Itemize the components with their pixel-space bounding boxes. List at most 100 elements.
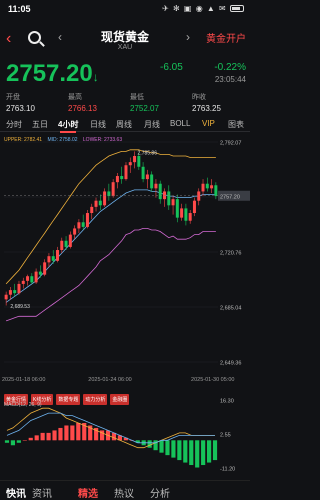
macd-bar	[177, 440, 182, 461]
candle-body	[167, 191, 171, 206]
stats-row: 开盘 2763.10 最高 2766.13 最低 2752.07 昨收 2763.25	[0, 92, 250, 114]
macd-y-tick: 16.30	[220, 399, 234, 405]
bottom-tab-3[interactable]: 热议	[114, 485, 134, 500]
macd-bar	[147, 440, 152, 448]
macd-bar	[10, 440, 15, 446]
macd-bar	[165, 440, 170, 456]
quote-timestamp: 23:05:44	[214, 75, 246, 84]
macd-chart[interactable]: MACD(12, 26, 9) 16.30 2.55 -11.20	[0, 392, 250, 476]
candle-body	[60, 240, 64, 251]
candle-body	[26, 276, 30, 281]
status-bar: 11:05 ✈ ✻ ▣ ◉ ▲ ✉	[0, 0, 250, 18]
bottom-tab-4[interactable]: 分析	[150, 485, 170, 500]
tab-7[interactable]: VIP	[202, 119, 215, 128]
candle-body	[120, 176, 124, 180]
macd-bar	[207, 440, 212, 463]
macd-bar	[195, 440, 200, 468]
tab-0[interactable]: 分时	[6, 119, 22, 130]
macd-bar	[76, 422, 81, 441]
low-annotation: 2,689.53	[10, 304, 30, 310]
macd-bar	[111, 432, 117, 441]
candle-body	[77, 222, 81, 229]
stat-value: 2763.10	[6, 104, 35, 113]
candle-body	[98, 200, 102, 206]
candle-body	[188, 213, 192, 221]
candle-body	[133, 155, 137, 163]
candle-body	[43, 262, 47, 275]
candle-body	[145, 174, 149, 180]
y-tick-label: 2,792.07	[220, 141, 241, 147]
candle-body	[175, 199, 179, 218]
stat-value: 2763.25	[192, 104, 221, 113]
x-tick-label: 2025-01-30 05:00	[191, 377, 234, 383]
high-annotation: 2,785.86	[138, 151, 158, 157]
candle-body	[81, 222, 85, 227]
macd-bar	[201, 440, 206, 466]
bottom-tab-1[interactable]: 资讯	[32, 485, 52, 500]
candle-body	[192, 200, 196, 214]
candle-body	[47, 256, 51, 263]
legend-mid: MID: 2758.02	[47, 137, 78, 143]
candlestick-chart[interactable]: 2,792.07 2757.20 2,720.76 2,685.04 2,649.36 2…	[0, 134, 250, 386]
macd-bar	[183, 440, 188, 463]
candle-body	[141, 166, 145, 180]
stat-3: 昨收 2763.25	[192, 92, 254, 113]
candle-body	[150, 174, 154, 189]
candle-body	[137, 155, 141, 167]
macd-bar	[189, 440, 194, 466]
open-account-link[interactable]: 黄金开户	[206, 30, 246, 45]
macd-bar	[40, 432, 45, 441]
macd-bar	[28, 437, 33, 441]
tab-3[interactable]: 日线	[90, 119, 106, 130]
macd-bar	[46, 432, 51, 441]
stat-label: 最高	[68, 94, 82, 101]
macd-y-tick: 2.55	[220, 433, 231, 439]
current-price: 2757.20↓	[6, 60, 99, 88]
candle-body	[21, 280, 25, 284]
stat-label: 昨收	[192, 94, 206, 101]
tab-8[interactable]: 图表	[228, 119, 244, 130]
candle-body	[4, 294, 8, 300]
candle-body	[64, 240, 68, 247]
candle-body	[94, 200, 98, 207]
candle-body	[163, 191, 166, 200]
candle-body	[56, 250, 59, 261]
candle-body	[38, 271, 42, 275]
stat-label: 开盘	[6, 94, 20, 101]
tab-6[interactable]: BOLL	[170, 119, 190, 128]
macd-bar	[159, 440, 164, 453]
next-instrument-icon[interactable]: ›	[186, 30, 190, 44]
candle-body	[205, 183, 209, 189]
status-icon-glyphs: ✈ ✻ ▣ ◉ ▲ ✉	[162, 4, 227, 13]
bottom-nav: 快讯 资讯 精选 热议 分析	[0, 480, 250, 500]
candle-body	[107, 191, 111, 197]
top-bar: ‹ ‹ 现货黄金 XAU › 黄金开户	[0, 26, 250, 56]
candle-body	[30, 276, 34, 283]
macd-bar	[34, 435, 39, 441]
macd-y-tick: -11.20	[220, 467, 235, 473]
bottom-tab-2[interactable]: 精选	[78, 485, 98, 500]
legend-upper: UPPER: 2782.41	[4, 137, 43, 143]
battery-icon	[230, 5, 244, 12]
candle-body	[158, 183, 162, 200]
tab-1[interactable]: 五日	[32, 119, 48, 130]
tab-5[interactable]: 月线	[144, 119, 160, 130]
tab-2[interactable]: 4小时	[58, 119, 78, 133]
macd-bar	[4, 440, 10, 443]
stat-1: 最高 2766.13	[68, 92, 130, 113]
tab-4[interactable]: 周线	[116, 119, 132, 130]
candle-body	[68, 234, 72, 247]
stat-value: 2752.07	[130, 104, 159, 113]
status-icons: ✈ ✻ ▣ ◉ ▲ ✉	[162, 4, 244, 13]
bottom-tab-0[interactable]: 快讯	[6, 485, 26, 500]
candle-body	[154, 183, 158, 189]
candle-body	[8, 290, 12, 295]
candle-body	[171, 199, 175, 206]
x-tick-label: 2025-01-24 06:00	[88, 377, 131, 383]
macd-bar	[212, 440, 218, 461]
stat-value: 2766.13	[68, 104, 97, 113]
candle-body	[103, 191, 107, 206]
y-tick-label: 2,720.76	[220, 250, 241, 256]
candle-body	[210, 185, 214, 189]
down-arrow-icon: ↓	[92, 70, 99, 84]
